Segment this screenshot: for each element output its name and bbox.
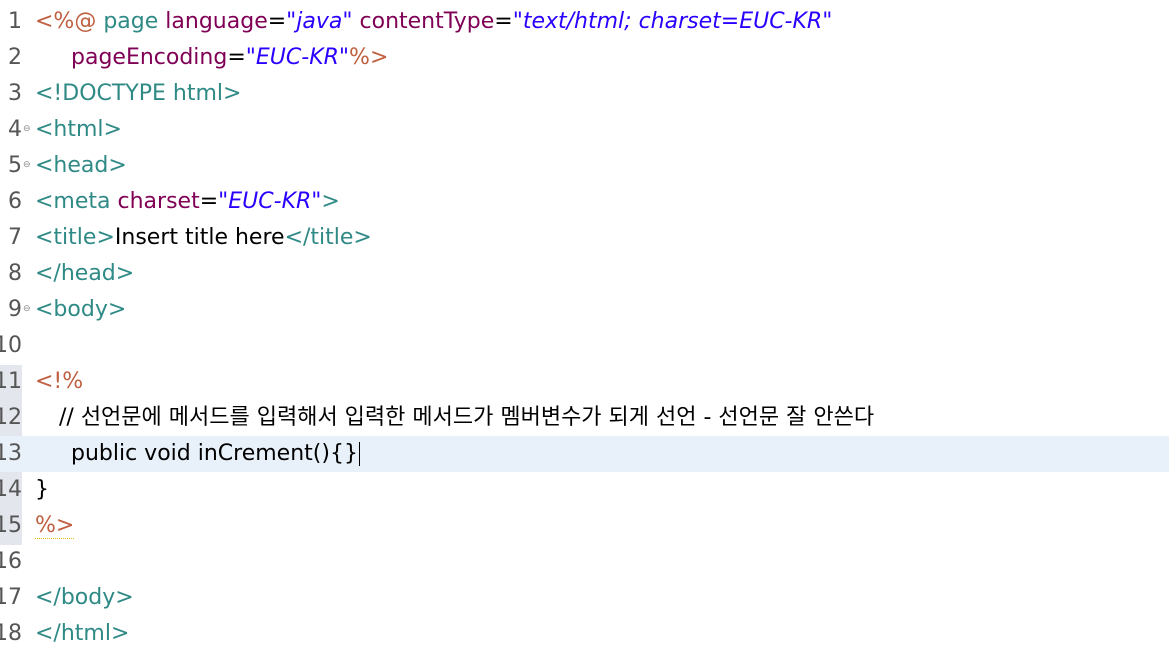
code-line[interactable]: 7 <title>Insert title here</title> xyxy=(0,220,1169,256)
current-code-line[interactable]: 13 public void inCrement(){} xyxy=(0,436,1169,472)
line-number: 5 xyxy=(8,153,22,178)
warning-squiggle: %> xyxy=(35,513,75,539)
fold-collapse-icon[interactable]: ⊖ xyxy=(23,125,31,134)
code-text[interactable]: } xyxy=(35,472,49,508)
code-line[interactable]: 15 %> xyxy=(0,508,1169,544)
code-line[interactable]: 11 <!% xyxy=(0,364,1169,400)
line-number: 15 xyxy=(0,513,22,538)
line-number: 16 xyxy=(0,549,22,574)
code-text[interactable]: <%@ page language="java" contentType="te… xyxy=(35,4,832,40)
code-text[interactable]: <head> xyxy=(35,148,127,184)
code-line[interactable]: 14 } xyxy=(0,472,1169,508)
line-number: 2 xyxy=(8,45,22,70)
code-text[interactable]: <!DOCTYPE html> xyxy=(35,76,241,112)
line-number: 13 xyxy=(0,441,22,466)
code-comment: // 선언문에 메서드를 입력해서 입력한 메서드가 멤버변수가 되게 선언 -… xyxy=(59,405,875,430)
code-text[interactable]: pageEncoding="EUC-KR"%> xyxy=(35,40,388,76)
code-line[interactable]: 8 </head> xyxy=(0,256,1169,292)
code-line[interactable]: 18 </html> xyxy=(0,616,1169,652)
code-text[interactable]: // 선언문에 메서드를 입력해서 입력한 메서드가 멤버변수가 되게 선언 -… xyxy=(35,400,874,436)
line-number: 6 xyxy=(8,189,22,214)
line-number: 18 xyxy=(0,621,22,646)
code-line[interactable]: 16 xyxy=(0,544,1169,580)
code-text[interactable]: %> xyxy=(35,508,75,544)
line-number: 1 xyxy=(8,9,22,34)
line-number: 3 xyxy=(8,81,22,106)
code-line[interactable]: 17 </body> xyxy=(0,580,1169,616)
line-number: 9 xyxy=(8,297,22,322)
line-number: 4 xyxy=(8,117,22,142)
code-text[interactable]: <html> xyxy=(35,112,122,148)
text-caret xyxy=(358,442,360,466)
code-line[interactable]: 1 <%@ page language="java" contentType="… xyxy=(0,4,1169,40)
line-number: 12 xyxy=(0,405,22,430)
code-line[interactable]: 4 ⊖ <html> xyxy=(0,112,1169,148)
code-line[interactable]: 12 // 선언문에 메서드를 입력해서 입력한 메서드가 멤버변수가 되게 선… xyxy=(0,400,1169,436)
code-text[interactable]: </head> xyxy=(35,256,134,292)
fold-collapse-icon[interactable]: ⊖ xyxy=(23,305,31,314)
code-line[interactable]: 9 ⊖ <body> xyxy=(0,292,1169,328)
fold-collapse-icon[interactable]: ⊖ xyxy=(23,161,31,170)
code-text[interactable]: <meta charset="EUC-KR"> xyxy=(35,184,340,220)
code-line[interactable]: 6 <meta charset="EUC-KR"> xyxy=(0,184,1169,220)
line-number: 17 xyxy=(0,585,22,610)
code-editor[interactable]: 1 <%@ page language="java" contentType="… xyxy=(0,0,1169,653)
code-text[interactable]: public void inCrement(){} xyxy=(35,436,360,472)
code-text[interactable]: <title>Insert title here</title> xyxy=(35,220,372,256)
line-number: 10 xyxy=(0,333,22,358)
code-text[interactable]: </html> xyxy=(35,616,129,652)
code-text[interactable]: <body> xyxy=(35,292,126,328)
code-line[interactable]: 3 <!DOCTYPE html> xyxy=(0,76,1169,112)
line-number: 14 xyxy=(0,477,22,502)
code-text[interactable]: <!% xyxy=(35,364,83,400)
code-line[interactable]: 10 xyxy=(0,328,1169,364)
line-number: 8 xyxy=(8,261,22,286)
code-line[interactable]: 2 pageEncoding="EUC-KR"%> xyxy=(0,40,1169,76)
line-number: 7 xyxy=(8,225,22,250)
line-number: 11 xyxy=(0,369,22,394)
code-text[interactable]: </body> xyxy=(35,580,134,616)
code-line[interactable]: 5 ⊖ <head> xyxy=(0,148,1169,184)
